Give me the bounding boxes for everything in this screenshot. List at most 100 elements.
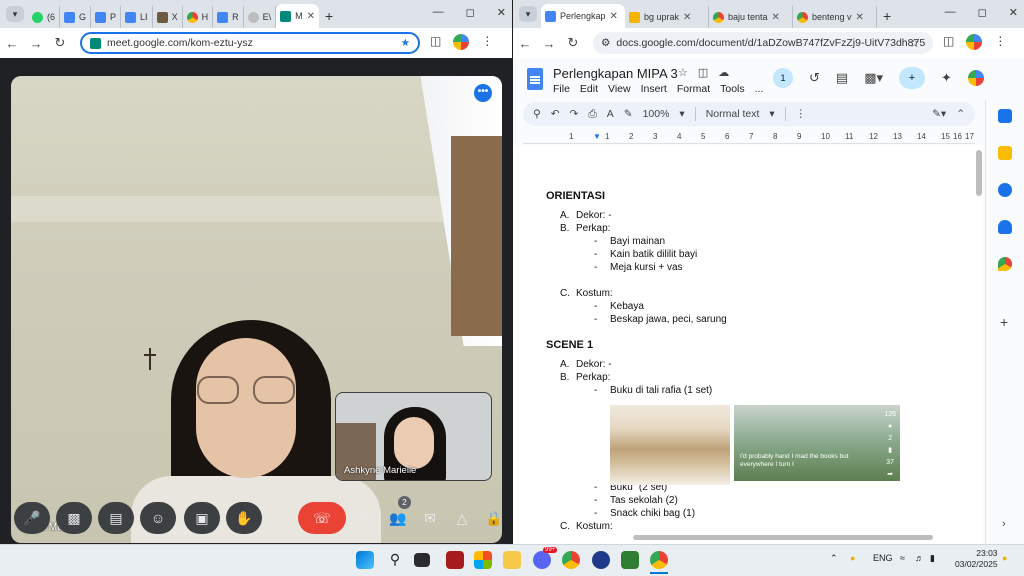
more-options-button[interactable]: ⋮ xyxy=(268,502,292,534)
meet-video-icon[interactable]: ▩▾ xyxy=(864,70,883,86)
collapse-toolbar-icon[interactable]: ⌃ xyxy=(956,108,965,120)
reactions-button[interactable]: ☺ xyxy=(140,502,176,534)
chrome-taskbar-icon-2[interactable] xyxy=(650,551,668,569)
screenshot-image[interactable]: I'd probably hand I mad the books but ev… xyxy=(734,405,900,481)
activities-button[interactable]: △ xyxy=(450,502,474,534)
menu-view[interactable]: View xyxy=(608,83,631,95)
tile-more-options-button[interactable]: ••• xyxy=(474,84,492,102)
menu-tools[interactable]: Tools xyxy=(720,83,745,95)
paint-format-icon[interactable]: ✎ xyxy=(624,108,633,120)
horizontal-scrollbar[interactable] xyxy=(633,535,933,540)
search-menus-icon[interactable]: ⚲ xyxy=(533,108,541,120)
microphone-button[interactable]: 🎤 xyxy=(14,502,50,534)
forward-arrow-icon[interactable]: → xyxy=(24,36,48,51)
discord-icon[interactable] xyxy=(533,551,551,569)
books-tied-image[interactable] xyxy=(610,405,730,485)
print-icon[interactable]: ⎙ xyxy=(588,108,596,121)
tab-whatsapp[interactable]: (6 xyxy=(28,6,61,28)
gemini-sparkle-icon[interactable]: ✦ xyxy=(941,70,952,86)
microphone-tray-icon[interactable]: ● xyxy=(850,553,855,563)
chevron-up-icon[interactable]: ⌃ xyxy=(830,553,838,564)
bookmark-star-icon[interactable]: ★ xyxy=(401,37,410,49)
menu-insert[interactable]: Insert xyxy=(641,83,667,95)
meeting-info-button[interactable]: ⓘ xyxy=(354,502,378,534)
minimize-icon[interactable]: — xyxy=(945,6,956,19)
raise-hand-button[interactable]: ✋ xyxy=(226,502,262,534)
tasks-icon[interactable] xyxy=(998,183,1012,197)
app-red-icon[interactable] xyxy=(446,551,464,569)
cloud-saved-icon[interactable]: ☁ xyxy=(718,66,729,79)
battery-icon[interactable]: ▮ xyxy=(930,553,935,564)
kebab-menu-icon[interactable]: ⋮ xyxy=(994,34,1006,50)
vertical-scrollbar[interactable] xyxy=(976,150,982,196)
copilot-icon[interactable] xyxy=(474,551,492,569)
contacts-icon[interactable] xyxy=(998,220,1012,234)
redo-icon[interactable]: ↷ xyxy=(570,108,579,120)
tab-doc-p[interactable]: P xyxy=(91,6,122,28)
back-arrow-icon[interactable]: ← xyxy=(0,36,24,51)
address-bar[interactable]: meet.google.com/kom-eztu-ysz ★ xyxy=(80,32,420,54)
windows-start-icon[interactable] xyxy=(356,551,374,569)
tab-blank-e[interactable]: E\ xyxy=(244,6,277,28)
leave-call-button[interactable]: ☏ xyxy=(298,502,346,534)
spellcheck-icon[interactable]: A xyxy=(607,108,614,120)
back-arrow-icon[interactable]: ← xyxy=(513,36,537,51)
maps-icon[interactable] xyxy=(998,257,1012,271)
menu-format[interactable]: Format xyxy=(677,83,710,95)
address-bar[interactable]: ⚙ docs.google.com/document/d/1aDZowB747f… xyxy=(593,32,933,54)
keep-icon[interactable] xyxy=(998,146,1012,160)
tab-doc-r[interactable]: R xyxy=(213,6,244,28)
volume-icon[interactable]: ♬ xyxy=(915,553,924,563)
horizontal-ruler[interactable]: 1 ▼ 1 2 3 4 5 6 7 8 9 10 11 12 13 14 15 … xyxy=(523,130,975,144)
wifi-icon[interactable]: ≈ xyxy=(900,553,905,563)
version-history-icon[interactable]: ↺ xyxy=(809,70,820,86)
tab-meet[interactable]: M ✕ xyxy=(276,4,319,28)
site-info-icon[interactable]: ⚙ xyxy=(601,37,610,49)
excel-icon[interactable] xyxy=(621,551,639,569)
minimize-icon[interactable]: — xyxy=(433,6,444,19)
star-icon[interactable]: ☆ xyxy=(678,66,688,79)
captions-button[interactable]: ▤ xyxy=(98,502,134,534)
close-window-icon[interactable]: ✕ xyxy=(1009,6,1018,19)
tab-search-button[interactable]: ▾ xyxy=(519,6,537,22)
extensions-icon[interactable]: ◫ xyxy=(430,34,441,50)
close-icon[interactable]: ✕ xyxy=(610,11,618,22)
expand-panel-icon[interactable]: › xyxy=(1002,518,1006,530)
document-page[interactable]: ORIENTASI A. Dekor: - B. Perkap: - Bayi mai… xyxy=(513,145,983,544)
profile-avatar[interactable] xyxy=(966,34,983,50)
close-window-icon[interactable]: ✕ xyxy=(497,6,506,19)
share-button[interactable]: + xyxy=(899,67,926,89)
chrome-taskbar-icon[interactable] xyxy=(562,551,580,569)
tab-search-button[interactable]: ▾ xyxy=(6,6,24,22)
notification-icon[interactable]: ● xyxy=(1002,553,1007,563)
menu-more[interactable]: ... xyxy=(755,83,764,95)
file-explorer-icon[interactable] xyxy=(503,551,521,569)
chat-button[interactable]: ✉ xyxy=(418,502,442,534)
menu-edit[interactable]: Edit xyxy=(580,83,598,95)
menu-file[interactable]: File xyxy=(553,83,570,95)
tab-benteng[interactable]: benteng v ✕ xyxy=(793,6,877,28)
more-tools-icon[interactable]: ⋮ xyxy=(796,108,807,120)
move-folder-icon[interactable]: ◫ xyxy=(698,66,708,79)
maximize-icon[interactable]: ◻ xyxy=(466,6,475,19)
zoom-app-icon[interactable] xyxy=(592,551,610,569)
host-controls-button[interactable]: 🔒 xyxy=(482,502,506,534)
close-icon[interactable]: ✕ xyxy=(683,12,691,23)
document-title[interactable]: Perlengkapan MIPA 3 xyxy=(553,66,678,81)
maximize-icon[interactable]: ◻ xyxy=(978,6,987,19)
close-icon[interactable]: ✕ xyxy=(307,11,315,22)
reload-icon[interactable]: ↻ xyxy=(48,35,72,51)
tab-doc-g[interactable]: G xyxy=(60,6,92,28)
style-select[interactable]: Normal text xyxy=(706,108,760,120)
tab-bg-uprak[interactable]: bg uprak ✕ xyxy=(625,6,709,28)
close-icon[interactable]: ✕ xyxy=(772,12,780,23)
system-clock[interactable]: 23:03 03/02/2025 xyxy=(955,548,998,570)
kebab-menu-icon[interactable]: ⋮ xyxy=(481,34,493,50)
comments-icon[interactable]: ▤ xyxy=(836,70,848,86)
bookmark-star-icon[interactable]: ☆ xyxy=(909,36,920,50)
present-button[interactable]: ▣ xyxy=(184,502,220,534)
docs-logo-icon[interactable] xyxy=(527,68,543,90)
self-view-tile[interactable]: Ashkyne Marielle xyxy=(335,392,492,481)
add-addon-icon[interactable]: + xyxy=(1000,314,1008,330)
tab-docs-perlengkapan[interactable]: Perlengkap ✕ xyxy=(541,4,625,28)
